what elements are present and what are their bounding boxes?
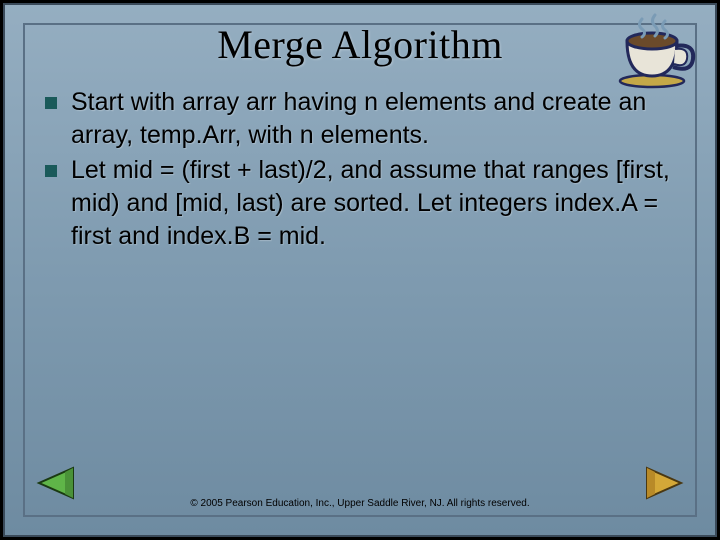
copyright-footer: © 2005 Pearson Education, Inc., Upper Sa… [5, 498, 715, 509]
bullet-square-icon [45, 165, 57, 177]
nav-back-button[interactable] [33, 464, 77, 507]
bullet-text: Let mid = (first + last)/2, and assume t… [71, 154, 677, 253]
bullet-item: Let mid = (first + last)/2, and assume t… [43, 154, 677, 253]
slide-content: Start with array arr having n elements a… [5, 68, 715, 253]
slide: Merge Algorithm Start with array arr hav… [3, 3, 717, 537]
arrow-right-icon [643, 464, 687, 502]
bullet-item: Start with array arr having n elements a… [43, 86, 677, 152]
bullet-text: Start with array arr having n elements a… [71, 86, 677, 152]
coffee-cup-icon [607, 11, 697, 91]
arrow-left-icon [33, 464, 77, 502]
bullet-square-icon [45, 97, 57, 109]
nav-forward-button[interactable] [643, 464, 687, 507]
